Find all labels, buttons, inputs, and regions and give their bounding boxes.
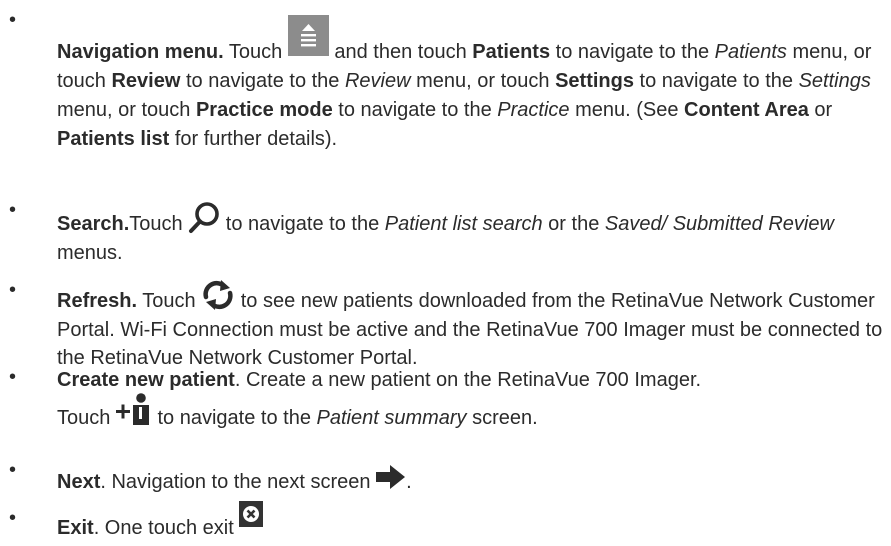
item-title: Next — [57, 471, 101, 493]
bullet: • — [9, 199, 17, 221]
list-item-search: Search.Touch to navigate to the Patient … — [57, 201, 883, 267]
item-title: Exit — [57, 517, 94, 539]
list-item-create-new-patient: Create new patient. Create a new patient… — [57, 366, 883, 433]
navigation-menu-icon — [287, 15, 329, 67]
exit-icon — [239, 500, 264, 543]
item-title: Navigation menu. — [57, 41, 224, 63]
bullet: • — [9, 9, 17, 31]
list-item-exit: Exit. One touch exit — [57, 500, 883, 543]
bullet: • — [9, 459, 17, 481]
add-patient-icon — [115, 392, 152, 433]
item-title: Refresh. — [57, 290, 138, 312]
list-item-navigation-menu: Navigation menu. Touch and then touch Pa… — [57, 0, 883, 154]
list-item-next: Next. Navigation to the next screen . — [57, 464, 883, 497]
bullet: • — [9, 279, 17, 301]
item-title: Create new patient — [57, 369, 235, 391]
bullet: • — [9, 366, 17, 388]
item-title: Search. — [57, 213, 130, 235]
next-arrow-icon — [376, 464, 406, 497]
search-icon — [188, 201, 220, 239]
bullet: • — [9, 507, 17, 529]
list-item-refresh: Refresh. Touch to see new patients downl… — [57, 279, 883, 372]
refresh-icon — [201, 279, 235, 316]
